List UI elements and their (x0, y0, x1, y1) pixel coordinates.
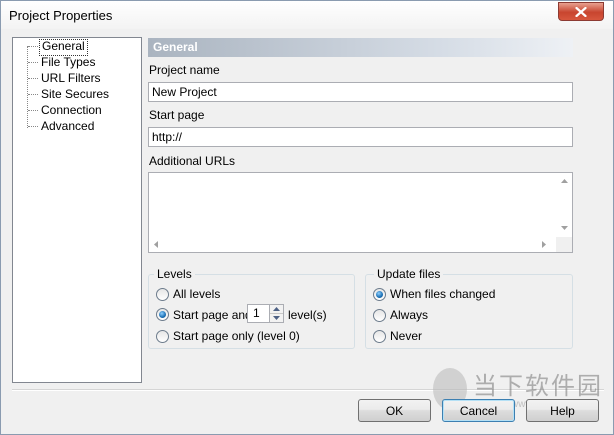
radio-when-files-changed-label[interactable]: When files changed (390, 287, 495, 301)
horizontal-scrollbar[interactable] (149, 237, 556, 252)
update-files-group-title: Update files (374, 267, 444, 281)
tree-connector (28, 78, 38, 79)
project-properties-dialog: Project Properties General File Types UR… (0, 0, 614, 435)
radio-all-levels[interactable] (156, 288, 169, 301)
scroll-up-arrow-icon[interactable] (561, 179, 568, 183)
chevron-up-icon (273, 307, 280, 311)
tree-item-connection[interactable]: Connection (39, 103, 104, 118)
tree-connector (28, 62, 38, 63)
window-title: Project Properties (9, 8, 113, 23)
tree-connector (28, 46, 38, 47)
radio-never[interactable] (373, 330, 386, 343)
scroll-left-arrow-icon[interactable] (154, 241, 158, 248)
title-bar[interactable]: Project Properties (1, 1, 613, 29)
start-page-input[interactable]: http:// (148, 127, 573, 147)
tree-connector (28, 94, 38, 95)
section-header: General (148, 38, 573, 57)
chevron-down-icon (273, 316, 280, 320)
scroll-down-arrow-icon[interactable] (561, 226, 568, 230)
vertical-scrollbar[interactable] (556, 173, 572, 237)
stepper-down-button[interactable] (270, 314, 283, 322)
levels-group-title: Levels (154, 267, 195, 281)
additional-urls-input[interactable] (148, 172, 573, 253)
radio-never-label[interactable]: Never (390, 329, 422, 343)
radio-always-label[interactable]: Always (390, 308, 428, 322)
scroll-right-arrow-icon[interactable] (542, 241, 546, 248)
close-button[interactable] (558, 2, 604, 21)
additional-urls-label: Additional URLs (149, 154, 236, 168)
level-count-input[interactable]: 1 (247, 304, 270, 323)
help-button[interactable]: Help (526, 399, 599, 422)
level-count-stepper[interactable] (270, 304, 284, 323)
stepper-up-button[interactable] (270, 305, 283, 314)
close-icon (575, 7, 587, 17)
tree-connector (28, 110, 38, 111)
tree-connector (27, 46, 28, 128)
tree-connector (28, 126, 38, 127)
radio-start-page-and[interactable] (156, 308, 169, 321)
tree-item-file-types[interactable]: File Types (39, 55, 97, 70)
radio-start-page-only[interactable] (156, 330, 169, 343)
level-suffix-label: level(s) (288, 308, 327, 322)
radio-start-page-and-label[interactable]: Start page and (173, 308, 252, 322)
radio-always[interactable] (373, 309, 386, 322)
ok-button[interactable]: OK (358, 399, 431, 422)
project-name-label: Project name (149, 63, 220, 77)
tree-item-url-filters[interactable]: URL Filters (39, 71, 103, 86)
radio-start-page-only-label[interactable]: Start page only (level 0) (173, 329, 300, 343)
project-name-input[interactable]: New Project (148, 82, 573, 102)
watermark-text: 当下软件园 (473, 373, 603, 400)
tree-item-general[interactable]: General (39, 39, 88, 56)
radio-when-files-changed[interactable] (373, 288, 386, 301)
tree-item-advanced[interactable]: Advanced (39, 119, 96, 134)
tree-item-site-secures[interactable]: Site Secures (39, 87, 111, 102)
radio-all-levels-label[interactable]: All levels (173, 287, 220, 301)
category-tree: General File Types URL Filters Site Secu… (12, 37, 142, 383)
start-page-label: Start page (149, 108, 205, 122)
cancel-button[interactable]: Cancel (442, 399, 515, 422)
scrollbar-corner (556, 237, 572, 252)
